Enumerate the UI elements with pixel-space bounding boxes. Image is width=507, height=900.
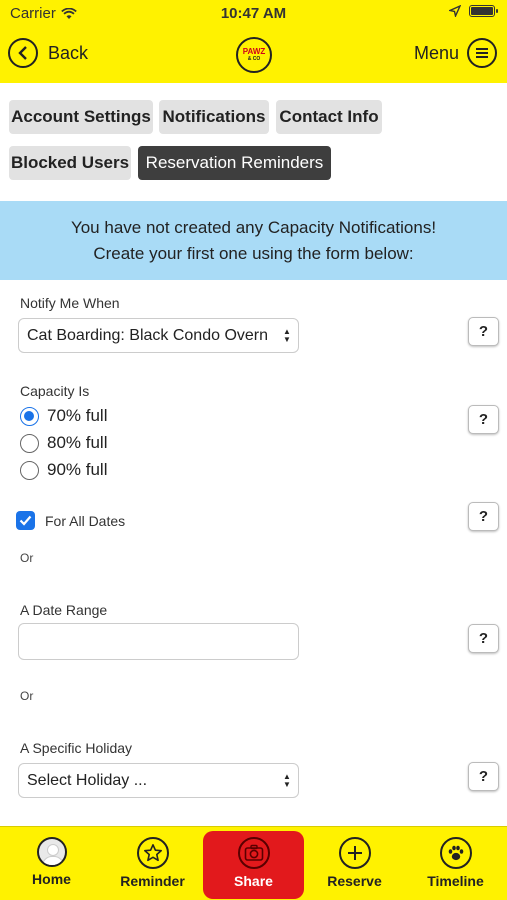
battery-icon — [469, 5, 498, 17]
capacity-radio-70[interactable]: 70% full — [20, 405, 107, 427]
banner-line-1: You have not created any Capacity Notifi… — [70, 217, 437, 237]
help-button-holiday[interactable]: ? — [468, 762, 499, 791]
navigation-bar: Back PAWZ & CO Menu — [0, 35, 507, 75]
tab-timeline[interactable]: Timeline — [405, 827, 506, 900]
info-banner: You have not created any Capacity Notifi… — [0, 201, 507, 280]
or-divider-2: Or — [20, 689, 34, 703]
status-right — [449, 5, 498, 17]
for-all-dates-checkbox-row[interactable]: For All Dates — [16, 511, 125, 530]
status-bar: Carrier 10:47 AM — [0, 0, 507, 28]
status-time: 10:47 AM — [220, 5, 287, 22]
checkbox-checked[interactable] — [16, 511, 35, 530]
tab-home[interactable]: Home — [1, 827, 102, 900]
holiday-select[interactable]: Select Holiday ... ▲ ▼ — [18, 763, 299, 798]
select-arrows-icon: ▲ ▼ — [283, 772, 291, 789]
back-label: Back — [48, 42, 89, 63]
date-range-label: A Date Range — [20, 602, 108, 618]
logo-text-main: PAWZ — [242, 47, 266, 56]
tab-share[interactable]: Share — [203, 831, 304, 899]
capacity-option-label: 70% full — [47, 406, 108, 425]
banner-line-2: Create your first one using the form bel… — [93, 243, 414, 263]
capacity-option-label: 90% full — [47, 460, 108, 479]
bottom-tab-bar: Home Reminder Share Reserve Timeline — [0, 826, 507, 900]
hamburger-icon — [467, 38, 497, 68]
notify-service-select[interactable]: Cat Boarding: Black Condo Overn ▲ ▼ — [18, 318, 299, 353]
menu-label: Menu — [413, 42, 459, 63]
tab-share-label: Share — [234, 873, 273, 889]
header: Carrier 10:47 AM Back PAWZ & CO Menu — [0, 0, 507, 83]
tab-blocked-users[interactable]: Blocked Users — [9, 146, 131, 180]
tab-reminder[interactable]: Reminder — [102, 827, 203, 900]
logo-text-sub: & CO — [247, 56, 261, 62]
capacity-radio-80[interactable]: 80% full — [20, 432, 107, 454]
tab-contact-info[interactable]: Contact Info — [276, 100, 382, 134]
help-button-all-dates[interactable]: ? — [468, 502, 499, 531]
capacity-radio-90[interactable]: 90% full — [20, 459, 107, 481]
tab-home-label: Home — [32, 871, 71, 887]
plus-icon — [338, 837, 371, 869]
specific-holiday-label: A Specific Holiday — [20, 740, 133, 756]
radio-button-checked[interactable] — [20, 406, 39, 426]
tab-reminder-label: Reminder — [120, 873, 185, 889]
tab-notifications[interactable]: Notifications — [159, 100, 269, 134]
paw-icon — [439, 837, 472, 869]
select-arrows-icon: ▲ ▼ — [283, 327, 291, 344]
location-arrow-icon — [449, 5, 461, 17]
checkmark-icon — [19, 515, 32, 526]
help-button-date-range[interactable]: ? — [468, 624, 499, 653]
capacity-option-label: 80% full — [47, 433, 108, 452]
star-icon — [136, 837, 169, 869]
notify-service-value: Cat Boarding: Black Condo Overn — [27, 326, 269, 344]
help-button-capacity[interactable]: ? — [468, 405, 499, 434]
camera-icon — [237, 837, 270, 869]
for-all-dates-label: For All Dates — [45, 512, 126, 529]
tab-account-settings[interactable]: Account Settings — [9, 100, 153, 134]
capacity-is-label: Capacity Is — [20, 383, 90, 399]
or-divider-1: Or — [20, 551, 34, 565]
radio-button[interactable] — [20, 460, 39, 480]
holiday-select-value: Select Holiday ... — [27, 771, 148, 789]
tab-timeline-label: Timeline — [427, 873, 484, 889]
help-button-notify[interactable]: ? — [468, 317, 499, 346]
back-button[interactable]: Back — [8, 38, 88, 68]
back-chevron-icon — [8, 38, 38, 68]
avatar-icon — [36, 837, 67, 867]
app-logo: PAWZ & CO — [236, 37, 272, 73]
date-range-input[interactable] — [18, 623, 299, 660]
tab-reserve-label: Reserve — [327, 873, 382, 889]
radio-button[interactable] — [20, 433, 39, 453]
notify-me-when-label: Notify Me When — [20, 295, 120, 311]
menu-button[interactable]: Menu — [414, 38, 497, 68]
tab-reservation-reminders[interactable]: Reservation Reminders — [138, 146, 331, 180]
tab-reserve[interactable]: Reserve — [304, 827, 405, 900]
